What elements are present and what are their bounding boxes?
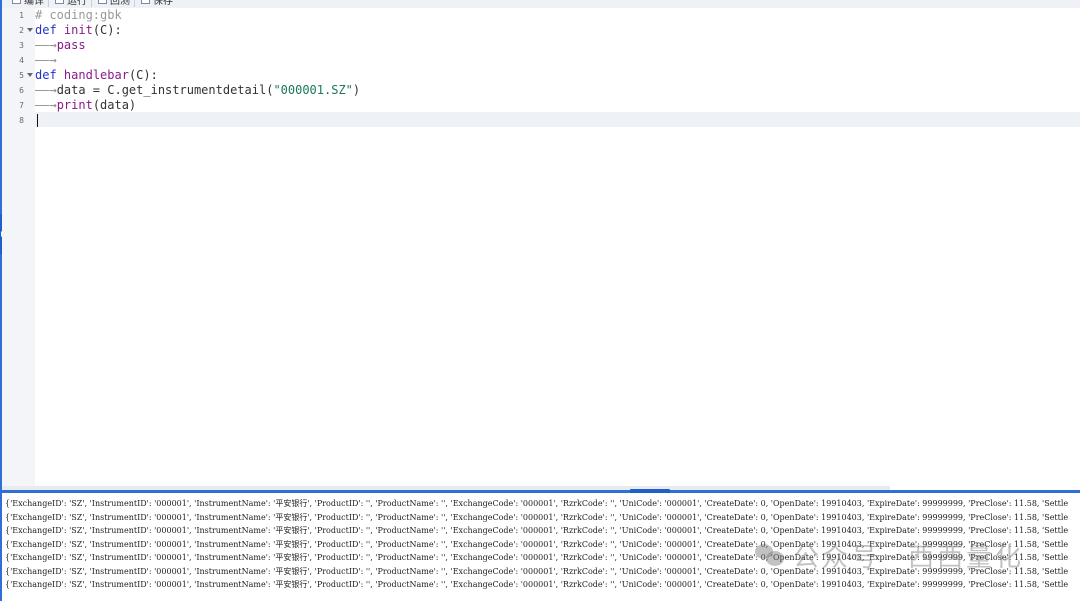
fold-toggle-icon[interactable]	[27, 73, 33, 77]
compile-label: 编译	[24, 0, 44, 7]
function-name: init	[63, 23, 93, 37]
chart-icon	[98, 0, 107, 4]
code-editor[interactable]: 1 2 3 4 5 6 7 8 # coding:gbk def init(C)…	[2, 8, 1080, 487]
line-number: 8	[19, 116, 24, 125]
string-literal: "000001.SZ"	[273, 83, 353, 97]
code-line-3: ——→pass	[35, 38, 86, 53]
code-line-6: ——→data = C.get_instrumentdetail("000001…	[35, 83, 360, 98]
keyword-pass: pass	[56, 38, 86, 52]
line-number: 2	[19, 26, 24, 35]
fold-toggle-icon[interactable]	[27, 28, 33, 32]
backtest-label: 回测	[110, 0, 130, 7]
tab-arrow-icon: ——→	[35, 38, 57, 52]
wechat-logo-icon	[755, 542, 785, 568]
code-text: data = C.get_instrumentdetail(	[56, 83, 274, 97]
line-number: 3	[19, 41, 24, 50]
line-number: 6	[19, 86, 24, 95]
toolbar-divider	[91, 0, 92, 7]
watermark: 公众号 西西量化	[755, 535, 1024, 575]
current-line-highlight	[35, 112, 1080, 127]
watermark-prefix: 公众号	[793, 542, 881, 573]
code-text: )	[352, 83, 361, 97]
tab-arrow-icon: ——→	[35, 53, 57, 67]
tab-arrow-icon: ——→	[35, 98, 57, 112]
run-icon	[55, 0, 64, 4]
save-icon	[141, 0, 150, 4]
line-number: 7	[19, 101, 24, 110]
run-label: 运行	[67, 0, 87, 7]
watermark-account: 西西量化	[908, 542, 1025, 573]
keyword-def: def	[35, 68, 57, 82]
code-line-4: ——→	[35, 53, 57, 68]
keyword-def: def	[35, 23, 57, 37]
code-text: (C):	[128, 68, 158, 82]
comment: # coding:gbk	[35, 8, 122, 22]
line-number: 4	[19, 56, 24, 65]
code-text: (C):	[92, 23, 122, 37]
save-button[interactable]: 保存	[141, 0, 173, 7]
code-line-1: # coding:gbk	[35, 8, 122, 23]
compile-button[interactable]: 编译	[12, 0, 44, 7]
backtest-button[interactable]: 回测	[98, 0, 130, 7]
line-number: 1	[19, 11, 24, 20]
code-line-2: def init(C):	[35, 23, 122, 38]
text-caret	[37, 114, 38, 127]
line-number-gutter: 1 2 3 4 5 6 7 8	[2, 8, 35, 487]
function-name: handlebar	[63, 68, 129, 82]
line-number: 5	[19, 71, 24, 80]
function-name: print	[56, 98, 93, 112]
run-button[interactable]: 运行	[55, 0, 87, 7]
code-line-7: ——→print(data)	[35, 98, 136, 113]
code-line-5: def handlebar(C):	[35, 68, 158, 83]
tab-arrow-icon: ——→	[35, 83, 57, 97]
toolbar-divider	[48, 0, 49, 7]
output-line: {'ExchangeID': 'SZ', 'InstrumentID': '00…	[5, 512, 1069, 522]
output-line: {'ExchangeID': 'SZ', 'InstrumentID': '00…	[5, 580, 1069, 589]
code-text: (data)	[92, 98, 137, 112]
edit-icon	[12, 0, 21, 4]
toolbar-divider	[134, 0, 135, 7]
save-label: 保存	[153, 0, 173, 7]
output-line: {'ExchangeID': 'SZ', 'InstrumentID': '00…	[5, 499, 1069, 508]
